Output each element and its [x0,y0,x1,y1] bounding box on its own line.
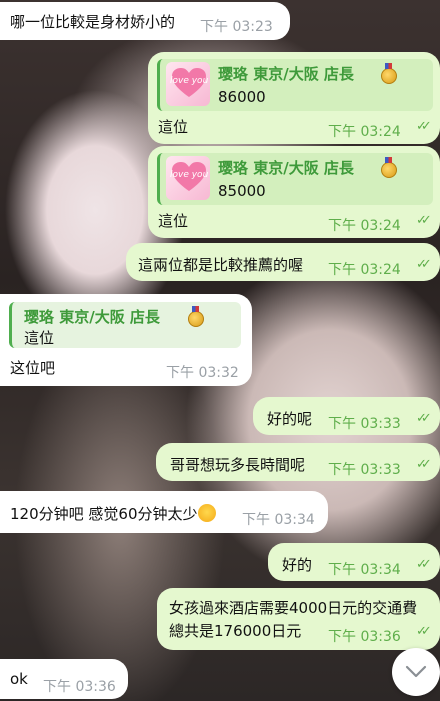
quoted-photo-thumbnail: love you [166,156,210,200]
message-bubble-outgoing[interactable]: 女孩過來酒店需要4000日元的交通費 總共是176000日元 下午 03:36 … [157,588,440,650]
quoted-text: 這位 [24,329,55,347]
chevron-down-icon [405,665,427,678]
medal-icon [381,157,397,178]
quoted-sender-name: 璎珞 東京/大阪 店長 [218,65,354,83]
message-bubble-outgoing[interactable]: 好的 下午 03:34 ✓✓ [268,543,440,581]
quoted-photo-thumbnail: love you [166,62,210,106]
medal-icon [188,306,204,327]
laughing-emoji-icon [197,504,216,522]
message-bubble-incoming[interactable]: 哪一位比較是身材娇小的 下午 03:23 [0,2,290,40]
medal-icon [381,63,397,84]
message-bubble-incoming[interactable]: 120分钟吧 感觉60分钟太少 下午 03:34 [0,491,328,533]
message-bubble-incoming[interactable]: ok 下午 03:36 [0,659,128,699]
message-text: 好的呢 [267,410,313,428]
message-bubble-outgoing[interactable]: love you 璎珞 東京/大阪 店長 86000 這位 下午 03:24 ✓… [148,52,440,144]
double-check-icon: ✓✓ [416,257,432,272]
message-time: 下午 03:23 [200,19,273,35]
message-time: 下午 03:24 [328,124,401,140]
message-text: 哥哥想玩多長時間呢 [170,456,306,474]
message-time: 下午 03:33 [328,416,401,432]
quoted-text: 86000 [218,88,266,106]
message-time: 下午 03:34 [242,512,315,528]
message-text-line-1: 女孩過來酒店需要4000日元的交通費 [169,599,418,617]
message-time: 下午 03:32 [166,365,239,381]
message-text: 好的 [282,556,313,574]
scroll-to-bottom-button[interactable] [392,648,440,696]
quoted-text: 85000 [218,182,266,200]
quoted-sender-name: 璎珞 東京/大阪 店長 [24,308,160,326]
thumbnail-caption: love you [170,170,209,180]
message-text: 120分钟吧 感觉60分钟太少 [10,503,216,524]
message-time: 下午 03:24 [328,218,401,234]
message-time: 下午 03:36 [328,629,401,645]
message-time: 下午 03:36 [43,679,116,695]
message-bubble-outgoing[interactable]: 好的呢 下午 03:33 ✓✓ [253,397,440,435]
message-time: 下午 03:34 [328,562,401,578]
message-time: 下午 03:33 [328,462,401,478]
double-check-icon: ✓✓ [416,557,432,572]
message-bubble-incoming[interactable]: 璎珞 東京/大阪 店長 這位 这位吧 下午 03:32 [0,294,252,386]
message-text: 哪一位比較是身材娇小的 [10,13,176,31]
reply-quote[interactable]: love you 璎珞 東京/大阪 店長 85000 [157,153,433,205]
double-check-icon: ✓✓ [416,411,432,426]
double-check-icon: ✓✓ [416,624,432,639]
message-text: 这位吧 [10,359,56,377]
double-check-icon: ✓✓ [416,213,432,228]
message-text: ok [10,670,28,688]
message-bubble-outgoing[interactable]: 這兩位都是比較推薦的喔 下午 03:24 ✓✓ [126,243,440,281]
message-text: 這兩位都是比較推薦的喔 [138,256,304,274]
message-text: 這位 [158,118,189,136]
reply-quote[interactable]: love you 璎珞 東京/大阪 店長 86000 [157,59,433,111]
message-text-line-2: 總共是176000日元 [169,622,302,640]
message-bubble-outgoing[interactable]: love you 璎珞 東京/大阪 店長 85000 這位 下午 03:24 ✓… [148,146,440,238]
message-time: 下午 03:24 [328,262,401,278]
double-check-icon: ✓✓ [416,457,432,472]
message-bubble-outgoing[interactable]: 哥哥想玩多長時間呢 下午 03:33 ✓✓ [156,443,440,481]
thumbnail-caption: love you [170,76,209,86]
quoted-sender-name: 璎珞 東京/大阪 店長 [218,159,354,177]
message-text-content: 120分钟吧 感觉60分钟太少 [10,505,198,523]
reply-quote[interactable]: 璎珞 東京/大阪 店長 這位 [9,302,241,348]
message-text: 這位 [158,212,189,230]
double-check-icon: ✓✓ [416,119,432,134]
